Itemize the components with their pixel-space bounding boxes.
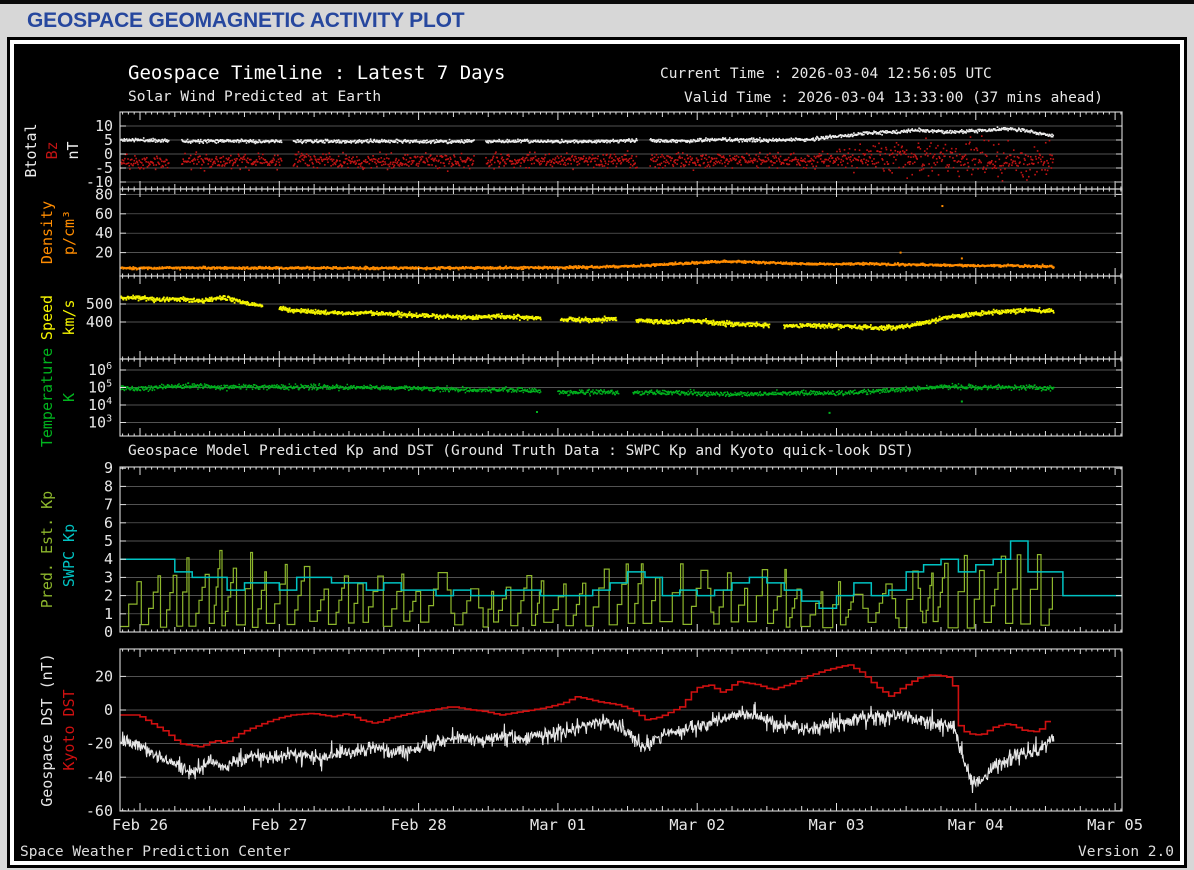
ytick-label: 0 — [104, 623, 113, 641]
xtick-label: Mar 04 — [948, 816, 1004, 834]
axis-label-temp-0: Temperature — [38, 348, 56, 447]
axes-kp — [119, 466, 1123, 633]
axis-label-speed-0: Speed — [38, 295, 56, 340]
axis-label-speed-1: km/s — [60, 299, 78, 335]
solar-wind-subtitle: Solar Wind Predicted at Earth — [128, 89, 381, 105]
page-title: GEOSPACE GEOMAGNETIC ACTIVITY PLOT — [27, 8, 465, 32]
xtick-label: Feb 28 — [391, 816, 447, 834]
gridlines-temp — [120, 369, 1122, 423]
axis-label-kp-1: SWPC Kp — [60, 524, 78, 587]
axis-label-kp-0: Pred. Est. Kp — [38, 491, 56, 608]
axes-bfield — [119, 111, 1123, 190]
valid-time-label: Valid Time : 2026-03-04 13:33:00 (37 min… — [684, 90, 1103, 106]
series-speed — [120, 294, 1055, 332]
ytick-label: 9 — [104, 459, 113, 477]
btotal-series — [120, 126, 1055, 145]
axis-label-temp-1: K — [60, 393, 78, 402]
axes-density — [119, 188, 1123, 277]
ytick-label: 6 — [104, 514, 113, 532]
axes-speed — [119, 275, 1123, 360]
xtick-label: Feb 27 — [251, 816, 307, 834]
ytick-label: 105 — [88, 379, 112, 397]
ytick-label: 400 — [86, 313, 113, 331]
ytick-label: 500 — [86, 295, 113, 313]
ytick-label: 2 — [104, 587, 113, 605]
plot-frame: Geospace Timeline : Latest 7 Days Current… — [7, 37, 1187, 868]
ytick-label: 40 — [95, 224, 113, 242]
temperature-series — [120, 382, 1055, 414]
axis-label-bfield-2: nT — [64, 141, 82, 159]
xtick-label: Mar 02 — [669, 816, 725, 834]
current-time-label: Current Time : 2026-03-04 12:56:05 UTC — [660, 66, 992, 82]
kyoto-dst-series — [120, 664, 1051, 748]
series-temp — [120, 382, 1055, 414]
series-kp — [120, 540, 1122, 629]
ytick-label: 104 — [88, 396, 112, 414]
axes-temp — [119, 358, 1123, 437]
pred-est-kp-series — [120, 549, 1053, 629]
axis-label-density-1: p/cm³ — [60, 210, 78, 255]
gridlines-bfield — [120, 125, 1122, 183]
xtick-label: Feb 26 — [112, 816, 168, 834]
page-header: GEOSPACE GEOMAGNETIC ACTIVITY PLOT — [0, 4, 1194, 37]
ytick-label: 80 — [95, 185, 113, 203]
geospace-timeline-svg: Geospace Timeline : Latest 7 Days Current… — [20, 62, 1174, 860]
axis-label-bfield-1: Bz — [43, 141, 61, 159]
geospace-subtitle: Geospace Model Predicted Kp and DST (Gro… — [128, 443, 914, 459]
ytick-label: -20 — [86, 735, 113, 753]
xtick-label: Mar 03 — [809, 816, 865, 834]
axis-label-dst-1: Kyoto DST — [60, 689, 78, 770]
ytick-label: 1 — [104, 605, 113, 623]
ytick-label: 103 — [88, 414, 112, 432]
ytick-label: 106 — [88, 361, 112, 379]
ytick-label: -40 — [86, 768, 113, 786]
ytick-label: 7 — [104, 496, 113, 514]
footer-left: Space Weather Prediction Center — [20, 844, 291, 860]
ytick-label: 5 — [104, 532, 113, 550]
gridlines-density — [120, 194, 1122, 253]
axis-label-density-0: Density — [38, 201, 56, 264]
geospace-dst-series — [120, 701, 1055, 794]
axis-label-dst-0: Geospace DST (nT) — [38, 653, 56, 807]
plot-canvas: Geospace Timeline : Latest 7 Days Current… — [14, 44, 1180, 861]
ytick-label: 20 — [95, 667, 113, 685]
gridlines-kp — [120, 486, 1122, 615]
ytick-label: 60 — [95, 205, 113, 223]
density-series — [120, 205, 1055, 271]
ytick-label: 3 — [104, 568, 113, 586]
xtick-label: Mar 05 — [1087, 816, 1143, 834]
axis-label-bfield-0: Btotal — [22, 123, 40, 177]
chart-title: Geospace Timeline : Latest 7 Days — [128, 62, 506, 84]
ytick-label: 8 — [104, 477, 113, 495]
footer-right: Version 2.0 — [1078, 844, 1174, 860]
series-dst — [120, 664, 1055, 794]
ytick-label: 4 — [104, 550, 113, 568]
ytick-label: 0 — [104, 701, 113, 719]
ytick-label: -60 — [86, 802, 113, 820]
speed-series — [120, 294, 1055, 332]
ytick-label: 20 — [95, 244, 113, 262]
swpc-kp-series — [120, 540, 1122, 610]
series-density — [120, 205, 1055, 271]
xtick-label: Mar 01 — [530, 816, 586, 834]
